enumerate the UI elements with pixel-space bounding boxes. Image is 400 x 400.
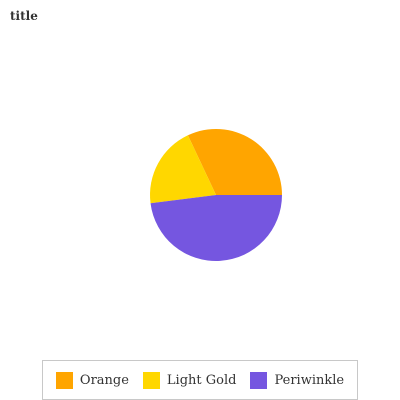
legend: Orange Light Gold Periwinkle [42, 360, 358, 400]
pie-slices [150, 129, 282, 262]
legend-swatch-light-gold [142, 371, 160, 389]
legend-item-orange[interactable]: Orange [55, 371, 129, 389]
pie-chart [150, 129, 282, 262]
legend-label-light-gold: Light Gold [166, 372, 237, 388]
pie-slice-periwinkle[interactable] [150, 195, 282, 262]
legend-label-orange: Orange [79, 372, 129, 388]
legend-label-periwinkle: Periwinkle [274, 372, 345, 388]
legend-swatch-periwinkle [250, 371, 268, 389]
legend-item-periwinkle[interactable]: Periwinkle [250, 371, 345, 389]
legend-swatch-orange [55, 371, 73, 389]
legend-item-light-gold[interactable]: Light Gold [142, 371, 237, 389]
